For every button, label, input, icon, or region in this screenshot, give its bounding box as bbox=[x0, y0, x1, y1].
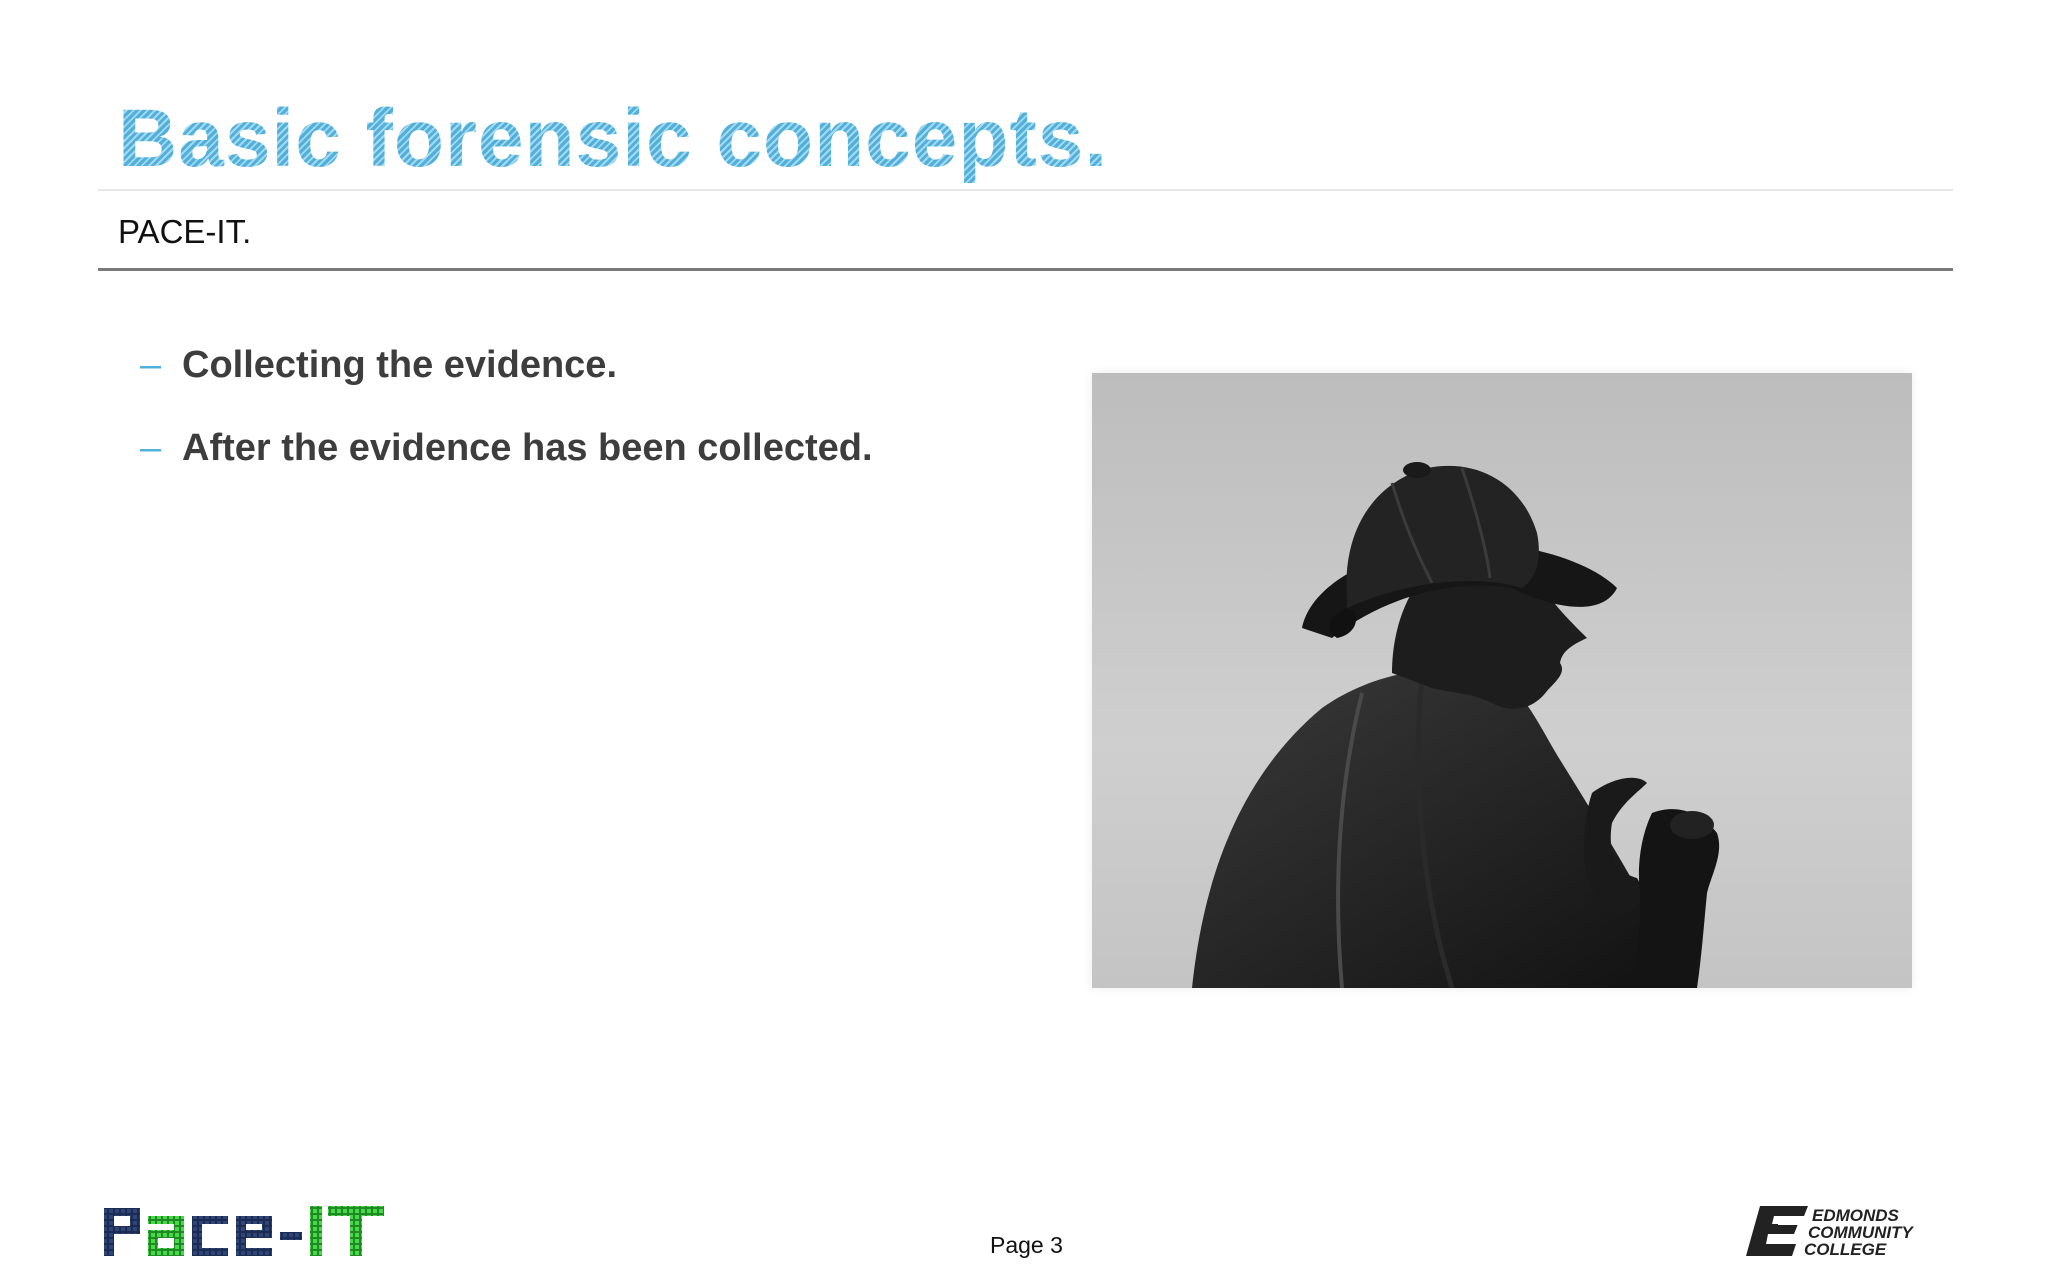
bullet-text: Collecting the evidence. bbox=[182, 344, 617, 386]
edmonds-community-college-logo: EDMONDS COMMUNITY COLLEGE bbox=[1742, 1202, 1952, 1260]
dash-bullet-icon: – bbox=[140, 344, 162, 386]
statue-photo bbox=[1092, 373, 1912, 988]
bullet-list: – Collecting the evidence. – After the e… bbox=[140, 344, 873, 510]
page-number: Page 3 bbox=[990, 1232, 1063, 1258]
title-divider bbox=[98, 189, 1953, 191]
bullet-item: – Collecting the evidence. bbox=[140, 344, 873, 387]
bullet-text: After the evidence has been collected. bbox=[182, 427, 873, 469]
slide-subtitle: PACE-IT. bbox=[118, 213, 252, 250]
pace-it-logo bbox=[102, 1202, 387, 1258]
logo-line-3: COLLEGE bbox=[1804, 1240, 1887, 1259]
pace-it-logo-graphic bbox=[104, 1206, 384, 1256]
bullet-item: – After the evidence has been collected. bbox=[140, 427, 873, 470]
header-divider bbox=[98, 268, 1953, 271]
slide-title: Basic forensic concepts. bbox=[118, 93, 1109, 184]
edmonds-logo-graphic: EDMONDS COMMUNITY COLLEGE bbox=[1746, 1206, 1914, 1259]
dash-bullet-icon: – bbox=[140, 427, 162, 469]
slide: Basic forensic concepts. PACE-IT. – Coll… bbox=[0, 0, 2048, 1280]
statue-silhouette-image bbox=[1092, 373, 1912, 988]
